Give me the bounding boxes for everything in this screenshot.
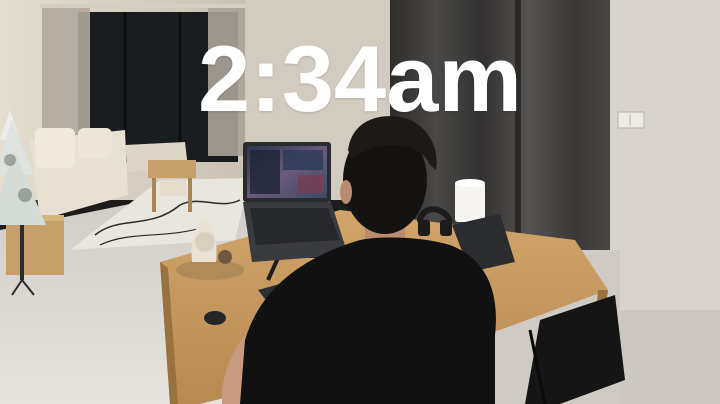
time-overlay-text: 2:34am [198, 26, 522, 131]
tray [176, 260, 244, 280]
paper-towel [455, 182, 485, 222]
video-thumbnail: 2:34am [0, 0, 720, 404]
coffee-table [148, 160, 196, 178]
earbuds-case [204, 311, 226, 325]
